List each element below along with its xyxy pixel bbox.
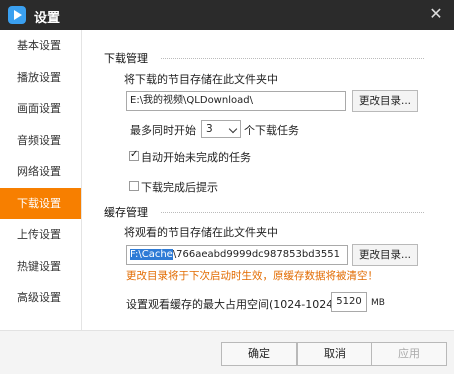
sidebar: 基本设置 播放设置 画面设置 音频设置 网络设置 下载设置 上传设置 热键设置 … — [0, 30, 82, 330]
close-icon[interactable]: ✕ — [426, 4, 446, 24]
cache-folder-field[interactable]: F:\Cache\766aeabd9999dc987853bd3551 — [126, 245, 348, 265]
cache-max-size-unit: MB — [371, 298, 385, 308]
sidebar-item-advanced[interactable]: 高级设置 — [0, 282, 81, 314]
notify-label: 下载完成后提示 — [141, 181, 218, 194]
cache-change-dir-button[interactable]: 更改目录... — [352, 244, 418, 266]
app-logo-icon — [8, 6, 26, 24]
sidebar-item-download[interactable]: 下载设置 — [0, 187, 81, 219]
title-bar: 设置 ✕ — [0, 0, 454, 30]
notify-checkbox[interactable] — [129, 181, 139, 191]
ok-button[interactable]: 确定 — [221, 342, 297, 366]
cache-folder-selection: F:\Cache — [130, 249, 173, 260]
sidebar-item-upload[interactable]: 上传设置 — [0, 219, 81, 251]
cache-warning-text: 更改目录将于下次启动时生效，原缓存数据将被清空！ — [126, 270, 378, 282]
max-downloads-value: 3 — [206, 123, 213, 135]
cache-max-size-input[interactable]: 5120 — [331, 292, 367, 312]
max-downloads-select[interactable]: 3 — [201, 120, 241, 138]
cache-folder-value: \766aeabd9999dc987853bd3551 — [172, 249, 340, 260]
sidebar-item-hotkeys[interactable]: 热键设置 — [0, 251, 81, 283]
dialog-footer: 确定 取消 应用 — [0, 330, 454, 374]
sidebar-item-basic[interactable]: 基本设置 — [0, 30, 81, 62]
auto-start-label: 自动开始未完成的任务 — [141, 151, 251, 164]
apply-button[interactable]: 应用 — [371, 342, 447, 366]
sidebar-item-audio[interactable]: 音频设置 — [0, 125, 81, 157]
settings-panel: 下载管理 将下载的节目存储在此文件夹中 E:\我的视频\QLDownload\ … — [83, 30, 454, 330]
sidebar-item-picture[interactable]: 画面设置 — [0, 93, 81, 125]
chevron-down-icon — [228, 124, 238, 134]
auto-start-checkbox[interactable] — [129, 149, 139, 161]
download-section-title: 下载管理 — [104, 52, 148, 65]
sidebar-item-network[interactable]: 网络设置 — [0, 156, 81, 188]
max-downloads-suffix: 个下载任务 — [244, 124, 299, 137]
cancel-button[interactable]: 取消 — [297, 342, 373, 366]
section-divider — [161, 58, 424, 59]
download-folder-value: E:\我的视频\QLDownload\ — [130, 95, 253, 106]
download-folder-field[interactable]: E:\我的视频\QLDownload\ — [126, 91, 346, 111]
window-title: 设置 — [34, 11, 61, 26]
max-downloads-prefix: 最多同时开始 — [130, 124, 196, 137]
cache-max-size-value: 5120 — [336, 296, 362, 307]
cache-folder-label: 将观看的节目存储在此文件夹中 — [124, 226, 278, 239]
cache-max-size-label: 设置观看缓存的最大占用空间(1024-10240) — [126, 298, 345, 311]
sidebar-item-playback[interactable]: 播放设置 — [0, 62, 81, 94]
section-divider — [161, 212, 424, 213]
cache-section-title: 缓存管理 — [104, 206, 148, 219]
download-folder-label: 将下载的节目存储在此文件夹中 — [124, 73, 278, 86]
download-change-dir-button[interactable]: 更改目录... — [352, 90, 418, 112]
